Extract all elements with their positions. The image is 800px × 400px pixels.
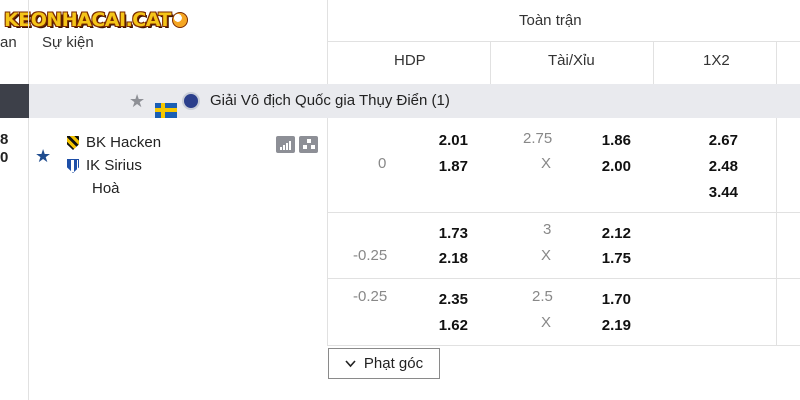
ou-header: Tài/Xỉu xyxy=(548,52,595,69)
odd-hdp-home[interactable]: 2.35 xyxy=(428,291,468,308)
odd-1x2-home[interactable]: 2.67 xyxy=(698,132,738,149)
logo-text: KEONHACAI.CAT xyxy=(4,9,171,31)
sweden-flag-icon xyxy=(155,102,177,118)
away-score: 0 xyxy=(0,149,9,166)
divider xyxy=(28,0,29,84)
time-column-header: an xyxy=(0,34,17,51)
league-bar-edge xyxy=(0,84,29,118)
hdp-line: 0 xyxy=(378,155,387,172)
home-score: 8 xyxy=(0,131,9,148)
match-favorite-star-icon[interactable]: ★ xyxy=(35,147,51,165)
divider xyxy=(327,278,800,279)
divider xyxy=(28,118,29,400)
divider xyxy=(490,41,491,84)
fulltime-header: Toàn trận xyxy=(519,12,582,29)
league-title[interactable]: Giải Vô địch Quốc gia Thụy Điển (1) xyxy=(210,92,450,109)
odd-hdp-home[interactable]: 1.73 xyxy=(428,225,468,242)
divider xyxy=(776,118,777,346)
league-logo-icon xyxy=(182,92,200,110)
favorite-star-icon[interactable]: ★ xyxy=(129,92,145,110)
divider xyxy=(327,0,328,84)
divider xyxy=(776,41,777,84)
hdp-line: -0.25 xyxy=(353,288,388,305)
ou-x-label: X xyxy=(541,314,552,331)
ou-line: 3 xyxy=(543,221,552,238)
chevron-down-icon xyxy=(345,359,356,367)
divider xyxy=(327,118,328,346)
odd-over[interactable]: 1.70 xyxy=(591,291,631,308)
odd-under[interactable]: 2.00 xyxy=(591,158,631,175)
bk-hacken-logo-icon xyxy=(67,136,79,150)
odd-under[interactable]: 2.19 xyxy=(591,317,631,334)
home-team-name[interactable]: BK Hacken xyxy=(86,134,161,151)
odd-under[interactable]: 1.75 xyxy=(591,250,631,267)
away-team-name[interactable]: IK Sirius xyxy=(86,157,142,174)
odd-hdp-away[interactable]: 1.87 xyxy=(428,158,468,175)
site-logo[interactable]: KEONHACAI.CAT xyxy=(4,6,188,34)
league-header-bar[interactable]: ★ Giải Vô địch Quốc gia Thụy Điển (1) xyxy=(0,84,800,118)
corner-kick-label: Phạt góc xyxy=(363,355,424,372)
divider xyxy=(653,41,654,84)
odd-over[interactable]: 1.86 xyxy=(591,132,631,149)
stats-icon[interactable] xyxy=(276,136,295,153)
odd-over[interactable]: 2.12 xyxy=(591,225,631,242)
odd-hdp-away[interactable]: 2.18 xyxy=(428,250,468,267)
corner-kick-button[interactable]: Phạt góc xyxy=(328,348,440,379)
odd-hdp-home[interactable]: 2.01 xyxy=(428,132,468,149)
lineup-icon[interactable] xyxy=(299,136,318,153)
odd-hdp-away[interactable]: 1.62 xyxy=(428,317,468,334)
divider xyxy=(327,41,800,42)
1x2-header: 1X2 xyxy=(703,52,730,69)
hdp-header: HDP xyxy=(394,52,426,69)
ou-line: 2.5 xyxy=(532,288,553,305)
odd-1x2-draw[interactable]: 3.44 xyxy=(698,184,738,201)
ou-x-label: X xyxy=(541,247,552,264)
ik-sirius-logo-icon xyxy=(67,159,79,173)
divider xyxy=(327,212,800,213)
football-icon xyxy=(171,12,188,28)
event-column-header: Sự kiện xyxy=(42,34,94,51)
divider xyxy=(327,345,800,346)
odd-1x2-away[interactable]: 2.48 xyxy=(698,158,738,175)
hdp-line: -0.25 xyxy=(353,247,388,264)
ou-x-label: X xyxy=(541,155,552,172)
draw-label: Hoà xyxy=(92,180,120,197)
ou-line: 2.75 xyxy=(523,130,553,147)
